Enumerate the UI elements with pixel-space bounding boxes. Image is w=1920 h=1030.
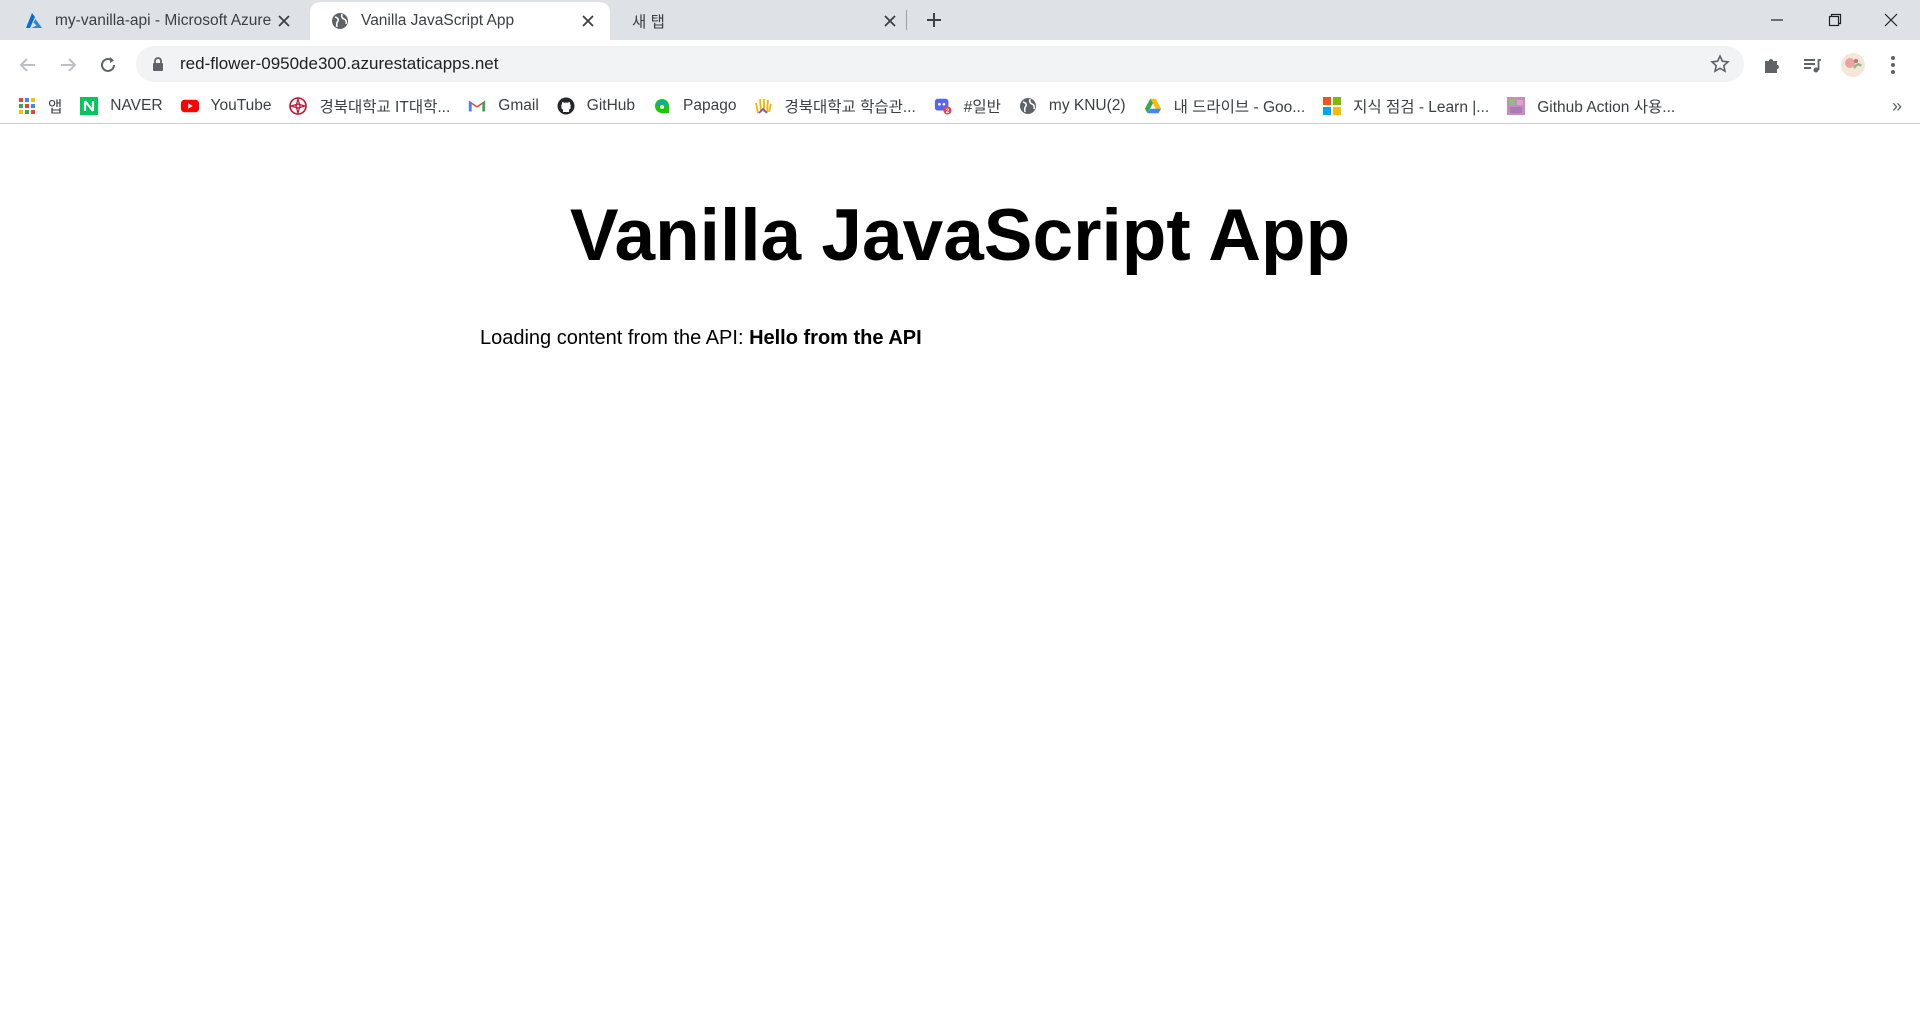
restore-button[interactable] bbox=[1806, 0, 1864, 40]
microsoft-icon bbox=[1323, 96, 1342, 115]
bookmark-github-action[interactable]: Github Action 사용... bbox=[1507, 95, 1675, 117]
bookmark-google-drive[interactable]: 내 드라이브 - Goo... bbox=[1144, 95, 1306, 117]
image-thumbnail-icon bbox=[1507, 96, 1526, 115]
globe-icon bbox=[330, 11, 350, 31]
bookmark-label: Papago bbox=[683, 96, 737, 114]
page-content: Vanilla JavaScript App Loading content f… bbox=[0, 124, 1920, 1030]
page-title-text: Vanilla JavaScript App bbox=[569, 195, 1351, 276]
tab-title: Vanilla JavaScript App bbox=[361, 12, 515, 29]
close-icon bbox=[1884, 13, 1898, 27]
svg-text:2: 2 bbox=[946, 108, 950, 115]
media-control-button[interactable] bbox=[1799, 52, 1825, 78]
bookmark-star-icon[interactable] bbox=[1708, 52, 1732, 76]
profile-avatar[interactable] bbox=[1840, 52, 1866, 78]
more-vertical-icon bbox=[1891, 56, 1895, 74]
api-message: Hello from the API bbox=[749, 327, 922, 349]
bookmark-label: 앱 bbox=[48, 98, 63, 116]
playlist-icon bbox=[1804, 59, 1821, 73]
arrow-right-icon bbox=[61, 58, 77, 72]
bookmark-knu-it[interactable]: 경북대학교 IT대학... bbox=[289, 95, 450, 117]
restore-icon bbox=[1828, 13, 1842, 27]
bookmark-my-knu[interactable]: my KNU(2) bbox=[1019, 97, 1126, 115]
discord-icon: 2 bbox=[934, 97, 952, 115]
url-text[interactable]: red-flower-0950de300.azurestaticapps.net bbox=[180, 54, 1708, 74]
bookmark-label: 경북대학교 IT대학... bbox=[319, 98, 451, 116]
browser-toolbar: red-flower-0950de300.azurestaticapps.net bbox=[0, 40, 1920, 88]
address-bar[interactable]: red-flower-0950de300.azurestaticapps.net bbox=[136, 46, 1744, 82]
globe-icon bbox=[1019, 97, 1037, 115]
bookmark-knu-learning[interactable]: 경북대학교 학습관... bbox=[754, 95, 916, 117]
minimize-button[interactable] bbox=[1748, 0, 1806, 40]
extensions-button[interactable] bbox=[1759, 52, 1785, 78]
bookmark-ms-learn[interactable]: 지식 점검 - Learn |... bbox=[1323, 95, 1489, 117]
arrow-left-icon bbox=[19, 58, 35, 72]
bookmark-label: 경북대학교 학습관... bbox=[784, 98, 916, 116]
bookmark-label: 지식 점검 - Learn |... bbox=[1353, 98, 1490, 116]
browser-menu-button[interactable] bbox=[1880, 52, 1906, 78]
avatar-icon bbox=[1841, 53, 1865, 77]
bookmark-label: 내 드라이브 - Goo... bbox=[1173, 98, 1306, 116]
plus-icon bbox=[927, 13, 941, 27]
bookmark-label: GitHub bbox=[586, 96, 636, 114]
naver-icon bbox=[80, 96, 99, 115]
tab-new-tab[interactable]: 새 탭 bbox=[612, 2, 912, 40]
bookmark-papago[interactable]: Papago bbox=[653, 97, 736, 115]
bookmark-label: #일반 bbox=[963, 98, 1001, 116]
lock-icon[interactable] bbox=[150, 56, 166, 72]
reload-icon bbox=[101, 57, 115, 72]
bookmark-github[interactable]: GitHub bbox=[557, 97, 635, 115]
puzzle-icon bbox=[1765, 59, 1779, 73]
bookmark-youtube[interactable]: YouTube bbox=[180, 96, 272, 115]
minimize-icon bbox=[1771, 19, 1783, 21]
bookmark-naver[interactable]: NAVER bbox=[80, 96, 163, 115]
bookmark-label: NAVER bbox=[110, 96, 163, 114]
new-tab-button[interactable] bbox=[920, 8, 948, 32]
hand-icon bbox=[754, 97, 773, 115]
tab-title: 새 탭 bbox=[632, 14, 665, 31]
tab-separator bbox=[906, 10, 907, 30]
gmail-icon bbox=[468, 97, 486, 115]
tab-strip: my-vanilla-api - Microsoft Azure Vanilla… bbox=[0, 0, 1920, 40]
api-status-prefix: Loading content from the API: bbox=[480, 327, 750, 349]
bookmark-label: Github Action 사용... bbox=[1537, 98, 1676, 116]
bookmark-apps[interactable]: 앱 bbox=[18, 95, 62, 117]
bookmarks-overflow-chevron-icon[interactable]: » bbox=[1892, 96, 1902, 117]
bookmarks-bar: 앱 NAVER YouTube 경북대학교 IT대학... Gmail GitH… bbox=[0, 88, 1920, 124]
bookmark-label: Gmail bbox=[498, 96, 539, 114]
apps-grid-icon bbox=[18, 97, 36, 115]
close-icon[interactable] bbox=[578, 11, 598, 31]
azure-icon bbox=[24, 11, 44, 31]
tab-azure[interactable]: my-vanilla-api - Microsoft Azure bbox=[4, 2, 306, 40]
youtube-icon bbox=[180, 97, 199, 115]
bookmark-label: my KNU(2) bbox=[1048, 96, 1126, 114]
close-icon[interactable] bbox=[880, 11, 900, 31]
close-icon[interactable] bbox=[274, 11, 294, 31]
bookmark-discord-general[interactable]: 2 #일반 bbox=[934, 95, 1001, 117]
back-button[interactable] bbox=[14, 51, 42, 79]
reload-button[interactable] bbox=[94, 51, 122, 79]
forward-button[interactable] bbox=[54, 51, 82, 79]
google-drive-icon bbox=[1144, 97, 1162, 115]
api-status-line: Loading content from the API: Hello from… bbox=[480, 327, 922, 350]
papago-icon bbox=[653, 97, 671, 115]
github-icon bbox=[557, 97, 575, 115]
knu-emblem-icon bbox=[289, 96, 308, 115]
tab-title: my-vanilla-api - Microsoft Azure bbox=[55, 12, 272, 29]
bookmark-gmail[interactable]: Gmail bbox=[468, 96, 539, 115]
page-title: Vanilla JavaScript App bbox=[0, 194, 1920, 277]
close-window-button[interactable] bbox=[1862, 0, 1920, 40]
bookmark-label: YouTube bbox=[210, 96, 272, 114]
tab-vanilla-app[interactable]: Vanilla JavaScript App bbox=[310, 2, 610, 40]
